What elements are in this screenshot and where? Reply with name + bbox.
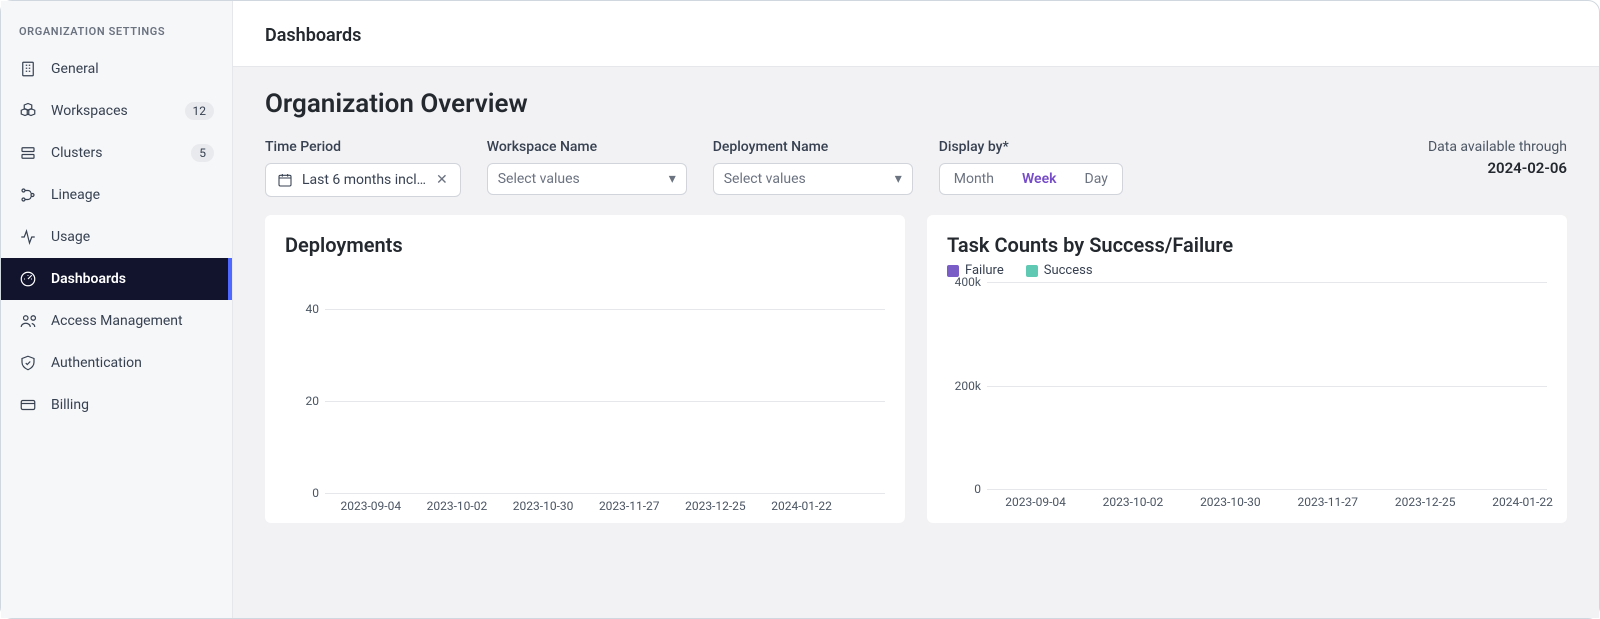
time-period-value: Last 6 months incl… [302,172,426,188]
placeholder: Select values [724,171,887,187]
chart-title: Task Counts by Success/Failure [947,233,1547,257]
sidebar-item-label: Lineage [51,187,214,203]
stack-icon [19,144,37,162]
x-tick: 2023-12-25 [685,499,746,513]
users-icon [19,312,37,330]
x-tick: 2023-10-30 [513,499,574,513]
activity-icon [19,228,37,246]
x-tick: 2023-10-02 [1103,495,1164,509]
chart-legend: FailureSuccess [947,263,1547,278]
hex-icon [19,102,37,120]
data-available: Data available through 2024-02-06 [1428,139,1567,177]
y-tick: 0 [289,486,319,500]
x-tick: 2023-09-04 [1005,495,1066,509]
x-tick: 2024-01-22 [771,499,832,513]
filter-time-period: Time Period Last 6 months incl… ✕ [265,139,461,197]
content: Organization Overview Time Period Last 6… [233,67,1599,618]
workspace-select[interactable]: Select values ▾ [487,163,687,195]
sidebar-item-access-management[interactable]: Access Management [1,300,232,342]
swatch [1026,265,1038,277]
clear-icon[interactable]: ✕ [434,172,450,188]
sidebar-item-clusters[interactable]: Clusters 5 [1,132,232,174]
sidebar-item-label: General [51,61,214,77]
sidebar-item-label: Usage [51,229,214,245]
cards-row: Deployments 0 20 40 2023-09-04 2023-10-02 20… [265,215,1567,523]
x-tick: 2023-12-25 [1395,495,1456,509]
task-counts-chart: 0200k400k 2023-09-042023-10-022023-10-30… [947,282,1547,511]
filter-label: Time Period [265,139,461,155]
x-tick: 2023-11-27 [599,499,660,513]
placeholder: Select values [498,171,661,187]
calendar-icon [276,171,294,189]
filter-label: Display by* [939,139,1123,155]
filter-deployment: Deployment Name Select values ▾ [713,139,913,195]
sidebar-item-authentication[interactable]: Authentication [1,342,232,384]
sidebar-item-label: Authentication [51,355,214,371]
legend-label: Success [1044,263,1093,278]
card-icon [19,396,37,414]
filter-label: Deployment Name [713,139,913,155]
sidebar-item-label: Workspaces [51,103,171,119]
data-available-label: Data available through [1428,139,1567,155]
chart-title: Deployments [285,233,885,257]
sidebar-item-billing[interactable]: Billing [1,384,232,426]
deployments-chart: 0 20 40 2023-09-04 2023-10-02 2023-10-30 2023… [285,263,885,515]
y-tick: 20 [289,394,319,408]
overview-title: Organization Overview [265,89,1567,119]
chevron-down-icon: ▾ [669,171,676,187]
display-by-month[interactable]: Month [940,164,1008,194]
x-tick: 2023-09-04 [340,499,401,513]
gauge-icon [19,270,37,288]
filter-workspace: Workspace Name Select values ▾ [487,139,687,195]
sidebar-item-usage[interactable]: Usage [1,216,232,258]
y-tick: 200k [951,379,981,393]
x-tick: 2023-11-27 [1297,495,1358,509]
sidebar-item-label: Billing [51,397,214,413]
main: Dashboards Organization Overview Time Pe… [233,1,1599,618]
sidebar-item-dashboards[interactable]: Dashboards [1,258,232,300]
sidebar-item-workspaces[interactable]: Workspaces 12 [1,90,232,132]
sidebar-heading: ORGANIZATION SETTINGS [1,11,232,48]
shield-icon [19,354,37,372]
sidebar-item-label: Access Management [51,313,214,329]
deployments-card: Deployments 0 20 40 2023-09-04 2023-10-02 20… [265,215,905,523]
sidebar: ORGANIZATION SETTINGS General Workspaces… [1,1,233,618]
deployment-select[interactable]: Select values ▾ [713,163,913,195]
badge: 5 [191,144,214,162]
display-by-toggle[interactable]: MonthWeekDay [939,163,1123,195]
time-period-select[interactable]: Last 6 months incl… ✕ [265,163,461,197]
badge: 12 [185,102,215,120]
sidebar-item-general[interactable]: General [1,48,232,90]
chevron-down-icon: ▾ [895,171,902,187]
display-by-week[interactable]: Week [1008,164,1071,194]
display-by-day[interactable]: Day [1071,164,1122,194]
filters-row: Time Period Last 6 months incl… ✕ Worksp… [265,139,1567,197]
filter-label: Workspace Name [487,139,687,155]
y-tick: 0 [951,482,981,496]
data-available-value: 2024-02-06 [1428,159,1567,177]
sidebar-item-label: Dashboards [51,271,214,287]
x-tick: 2023-10-30 [1200,495,1261,509]
y-tick: 400k [951,275,981,289]
sidebar-item-label: Clusters [51,145,177,161]
page-title: Dashboards [233,1,1599,67]
y-tick: 40 [289,302,319,316]
legend-item: Success [1026,263,1093,278]
building-icon [19,60,37,78]
branch-icon [19,186,37,204]
task-counts-card: Task Counts by Success/Failure FailureSu… [927,215,1567,523]
x-tick: 2024-01-22 [1492,495,1553,509]
filter-display-by: Display by* MonthWeekDay [939,139,1123,195]
sidebar-item-lineage[interactable]: Lineage [1,174,232,216]
x-tick: 2023-10-02 [427,499,488,513]
